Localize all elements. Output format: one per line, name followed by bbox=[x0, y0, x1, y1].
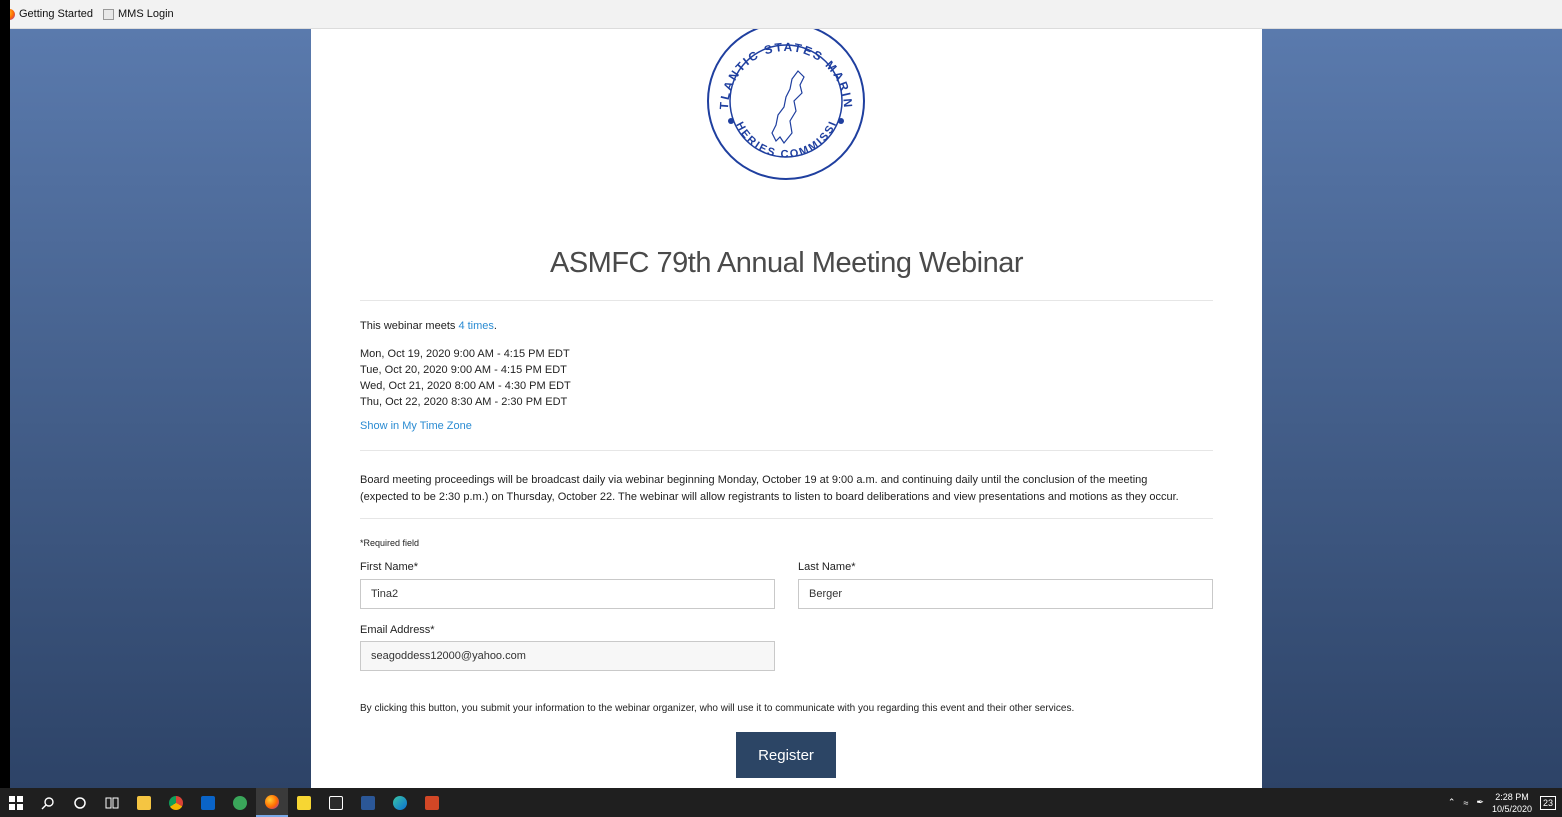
windows-taskbar: ⌃ ≈ ✒ 2:28 PM 10/5/2020 23 bbox=[0, 788, 1562, 817]
chrome-icon[interactable] bbox=[160, 788, 192, 817]
clock-date: 10/5/2020 bbox=[1491, 803, 1532, 814]
asmfc-seal-logo: ATLANTIC STATES MARINE FISHERIES COMMISS… bbox=[706, 29, 865, 180]
notification-icon[interactable]: 23 bbox=[1539, 795, 1556, 810]
firefox-taskbar-icon[interactable] bbox=[256, 788, 288, 817]
chevron-up-icon[interactable]: ⌃ bbox=[1448, 797, 1456, 808]
system-tray: ⌃ ≈ ✒ 2:28 PM 10/5/2020 23 bbox=[1448, 788, 1562, 817]
meeting-description: Board meeting proceedings will be broadc… bbox=[360, 472, 1220, 506]
bookmark-label: MMS Login bbox=[118, 8, 174, 20]
divider bbox=[360, 518, 1213, 519]
acrobat-icon[interactable] bbox=[320, 788, 352, 817]
bookmark-label: Getting Started bbox=[19, 8, 93, 20]
last-name-value: Berger bbox=[809, 588, 843, 600]
show-time-zone-link[interactable]: Show in My Time Zone bbox=[360, 420, 472, 432]
page-title: ASMFC 79th Annual Meeting Webinar bbox=[549, 247, 1024, 279]
clock[interactable]: 2:28 PM 10/5/2020 bbox=[1492, 791, 1532, 815]
edge-icon[interactable] bbox=[384, 788, 416, 817]
session-item: Tue, Oct 20, 2020 9:00 AM - 4:15 PM EDT bbox=[360, 364, 567, 376]
last-name-label: Last Name* bbox=[798, 561, 856, 573]
meets-prefix: This webinar meets bbox=[360, 320, 459, 332]
email-label: Email Address* bbox=[360, 624, 435, 636]
description-line: (expected to be 2:30 p.m.) on Thursday, … bbox=[360, 491, 1179, 503]
pen-icon[interactable]: ✒ bbox=[1476, 797, 1484, 808]
divider bbox=[360, 450, 1213, 451]
bookmark-getting-started[interactable]: Getting Started bbox=[4, 8, 93, 20]
required-note: *Required field bbox=[360, 538, 420, 548]
divider bbox=[360, 300, 1213, 301]
registration-card: ATLANTIC STATES MARINE FISHERIES COMMISS… bbox=[311, 29, 1262, 788]
cortana-icon[interactable] bbox=[64, 788, 96, 817]
session-list: Mon, Oct 19, 2020 9:00 AM - 4:15 PM EDT … bbox=[360, 346, 571, 410]
session-item: Thu, Oct 22, 2020 8:30 AM - 2:30 PM EDT bbox=[360, 396, 568, 408]
meets-suffix: . bbox=[493, 320, 497, 332]
session-item: Wed, Oct 21, 2020 8:00 AM - 4:30 PM EDT bbox=[360, 380, 571, 392]
file-explorer-icon[interactable] bbox=[128, 788, 160, 817]
outlook-icon[interactable] bbox=[192, 788, 224, 817]
register-button[interactable]: Register bbox=[736, 732, 836, 778]
network-app-icon[interactable] bbox=[224, 788, 256, 817]
first-name-field[interactable]: Tina2 bbox=[360, 579, 775, 609]
email-field[interactable]: seagoddess12000@yahoo.com bbox=[360, 641, 775, 671]
window-edge bbox=[0, 0, 10, 788]
session-item: Mon, Oct 19, 2020 9:00 AM - 4:15 PM EDT bbox=[360, 348, 570, 360]
windows-start-icon[interactable] bbox=[0, 788, 32, 817]
page-icon bbox=[103, 8, 114, 20]
meets-summary: This webinar meets 4 times. bbox=[360, 320, 497, 332]
task-view-icon[interactable] bbox=[96, 788, 128, 817]
first-name-label: First Name* bbox=[360, 561, 419, 573]
bookmark-mms-login[interactable]: MMS Login bbox=[103, 8, 174, 20]
wifi-icon[interactable]: ≈ bbox=[1463, 798, 1468, 808]
email-value: seagoddess12000@yahoo.com bbox=[371, 650, 526, 662]
powerpoint-icon[interactable] bbox=[416, 788, 448, 817]
bookmarks-bar: Getting Started MMS Login bbox=[0, 0, 1562, 29]
description-line: Board meeting proceedings will be broadc… bbox=[360, 474, 1148, 486]
word-icon[interactable] bbox=[352, 788, 384, 817]
meets-count-link[interactable]: 4 times bbox=[458, 320, 493, 332]
search-icon[interactable] bbox=[32, 788, 64, 817]
seal-top-text: ATLANTIC STATES MARINE bbox=[706, 29, 853, 110]
consent-text: By clicking this button, you submit your… bbox=[360, 703, 1075, 714]
sticky-notes-icon[interactable] bbox=[288, 788, 320, 817]
first-name-value: Tina2 bbox=[371, 588, 399, 600]
clock-time: 2:28 PM bbox=[1495, 791, 1529, 802]
svg-text:ATLANTIC STATES MARINE: ATLANTIC STATES MARINE bbox=[706, 29, 855, 110]
last-name-field[interactable]: Berger bbox=[798, 579, 1213, 609]
